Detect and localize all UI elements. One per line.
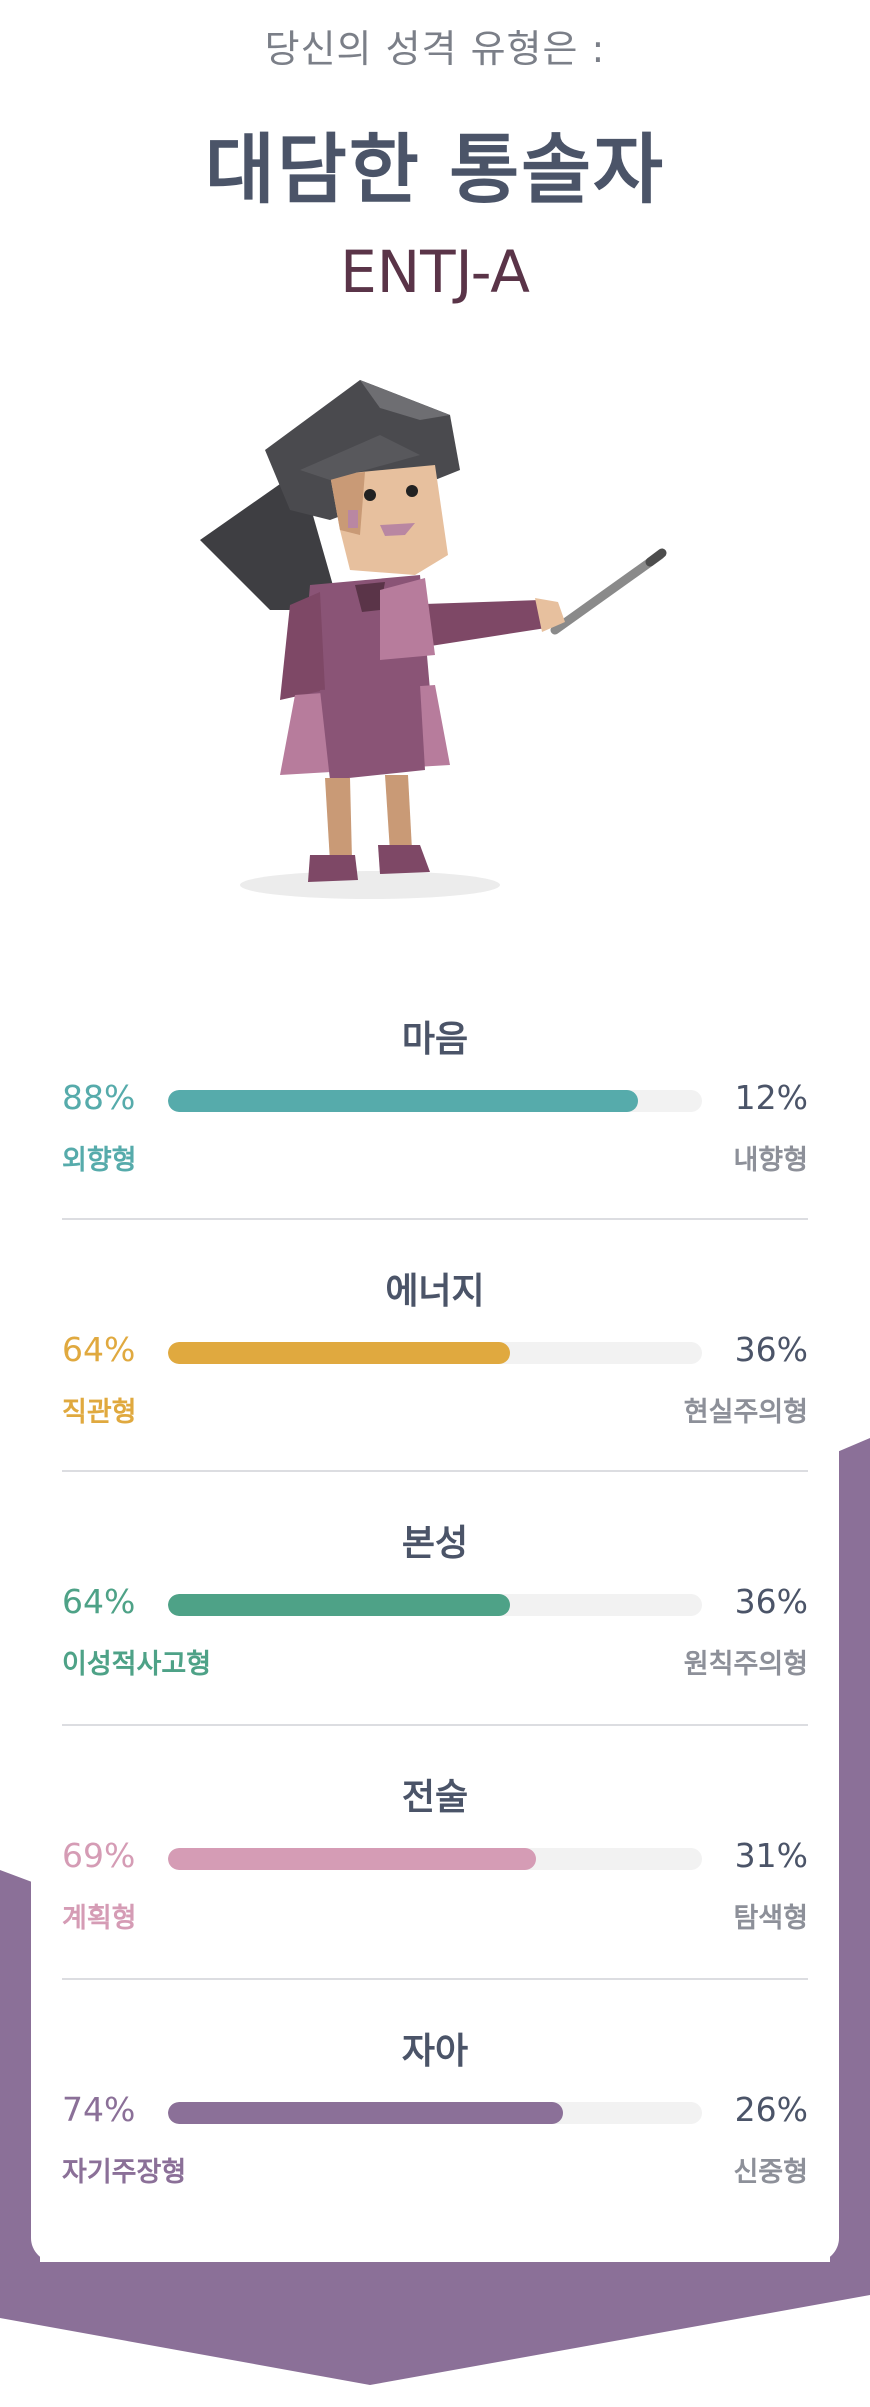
trait-mind: 마음 88% 12% 외향형 내향형 [62,1010,808,1262]
right-label: 원칙주의형 [683,1649,808,1680]
trait-bar-fill [168,1848,537,1870]
trait-tactics: 전술 69% 31% 계획형 탐색형 [62,1768,808,2020]
trait-bar-fill [168,1594,510,1616]
trait-bar-fill [168,1342,510,1364]
left-percentage: 69% [62,1836,136,1875]
right-percentage: 36% [734,1582,808,1621]
right-label: 탐색형 [733,1903,808,1934]
divider [62,1978,808,1980]
right-label: 신중형 [733,2157,808,2188]
type-name: 대담한 통솔자 [205,125,665,214]
trait-bar [168,1848,702,1870]
trait-title: 전술 [401,1777,469,1818]
right-percentage: 31% [734,1836,808,1875]
intro-text: 당신의 성격 유형은 : [264,27,606,71]
trait-title: 마음 [401,1019,469,1060]
divider [62,1724,808,1726]
left-percentage: 88% [62,1078,136,1117]
trait-bar [168,1090,702,1112]
left-label: 자기주장형 [62,2157,187,2188]
trait-title: 본성 [401,1523,469,1564]
right-label: 내향형 [733,1145,808,1176]
divider [62,1218,808,1220]
left-label: 외향형 [62,1145,137,1176]
left-label: 계획형 [62,1903,137,1934]
trait-bar [168,2102,702,2124]
right-label: 현실주의형 [683,1397,808,1428]
commander-character-illustration [200,380,667,899]
trait-energy: 에너지 64% 36% 직관형 현실주의형 [62,1262,808,1514]
left-percentage: 74% [62,2090,136,2129]
type-code: ENTJ-A [340,238,530,306]
right-percentage: 36% [734,1330,808,1369]
left-percentage: 64% [62,1582,136,1621]
trait-title: 에너지 [385,1271,485,1312]
trait-bar [168,1594,702,1616]
left-label: 이성적사고형 [62,1649,212,1680]
trait-bar-fill [168,2102,564,2124]
trait-bar [168,1342,702,1364]
left-label: 직관형 [62,1397,137,1428]
divider [62,1470,808,1472]
trait-identity: 자아 74% 26% 자기주장형 신중형 [62,2022,808,2274]
trait-bar-fill [168,1090,638,1112]
left-percentage: 64% [62,1330,136,1369]
right-percentage: 26% [734,2090,808,2129]
right-percentage: 12% [734,1078,808,1117]
trait-nature: 본성 64% 36% 이성적사고형 원칙주의형 [62,1514,808,1766]
trait-title: 자아 [401,2031,469,2072]
